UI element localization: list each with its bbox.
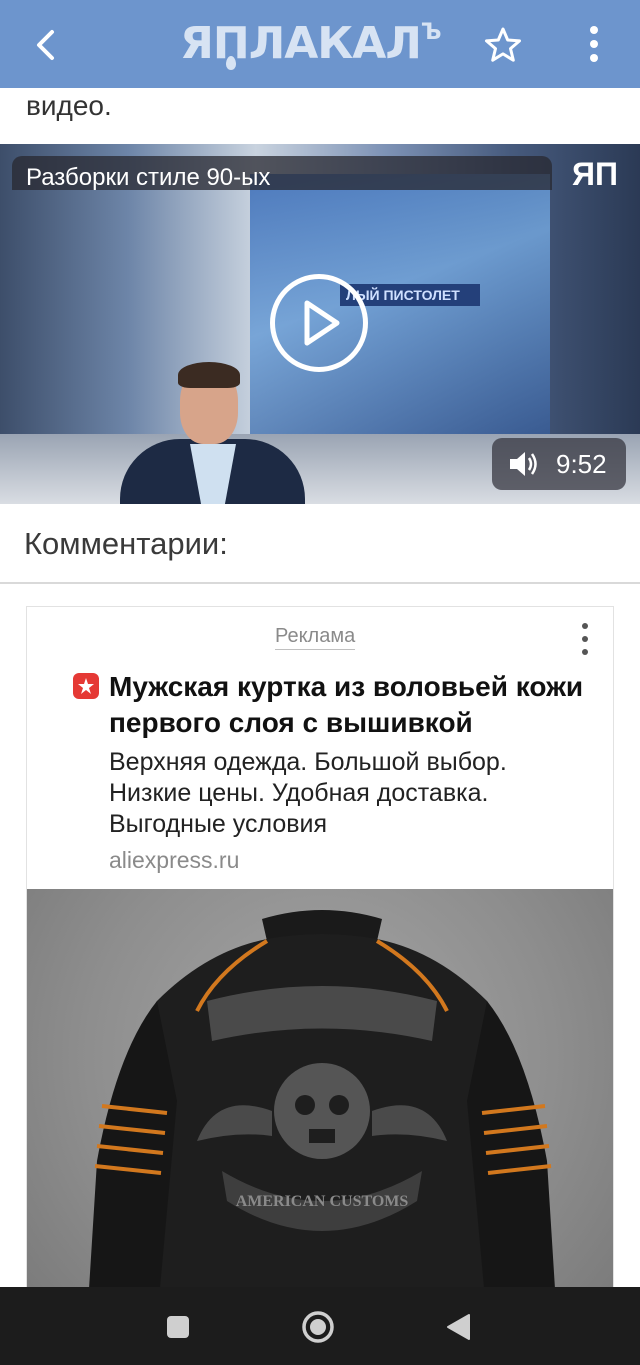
circle-icon	[302, 1311, 334, 1343]
leather-jacket-image: AMERICAN CUSTOMS	[88, 910, 556, 1305]
video-player[interactable]: ЛЫЙ ПИСТОЛЕТ Разборки стиле 90-ых ЯП 9:5…	[0, 144, 640, 504]
channel-logo: ЯП	[572, 156, 618, 192]
back-button[interactable]	[22, 22, 68, 68]
system-back-button[interactable]	[436, 1305, 480, 1349]
jacket-embroidery-text: AMERICAN CUSTOMS	[236, 1193, 409, 1210]
volume-icon	[510, 452, 537, 476]
triangle-back-icon	[447, 1314, 470, 1340]
recents-button[interactable]	[156, 1305, 200, 1349]
play-icon	[304, 300, 340, 346]
ad-title[interactable]: Мужская куртка из воловьей кожи первого …	[109, 669, 589, 741]
logo-superscript: Ъ	[420, 20, 442, 45]
ad-domain[interactable]: aliexpress.ru	[109, 847, 239, 874]
aliexpress-icon	[73, 673, 99, 699]
logo-drop-icon	[226, 56, 236, 70]
ad-product-image[interactable]: AMERICAN CUSTOMS	[27, 889, 613, 1305]
presenter-hair	[178, 362, 240, 388]
star-outline-icon	[485, 27, 521, 62]
comments-heading: Комментарии:	[24, 526, 228, 561]
video-title: Разборки стиле 90-ых	[12, 156, 552, 190]
favorite-button[interactable]	[480, 22, 526, 68]
post-text: видео.	[26, 90, 112, 121]
square-icon	[167, 1316, 189, 1338]
more-vertical-icon	[582, 623, 588, 629]
ad-label: Реклама	[275, 625, 356, 650]
play-button[interactable]	[270, 274, 368, 372]
ad-more-button[interactable]	[577, 623, 593, 655]
chevron-left-icon	[37, 30, 54, 60]
logo-text: ЯПЛАКАЛ	[180, 18, 422, 69]
duration-overlay[interactable]: 9:52	[492, 438, 626, 490]
ad-description: Верхняя одежда. Большой выбор. Низкие це…	[109, 748, 507, 838]
divider	[0, 582, 640, 584]
ad-card[interactable]: Реклама Мужская куртка из воловьей кожи …	[26, 606, 614, 1306]
more-vertical-icon	[590, 26, 598, 34]
system-nav-bar	[0, 1287, 640, 1365]
video-duration: 9:52	[556, 448, 607, 479]
app-bar: ЯПЛАКАЛЪ	[0, 0, 640, 88]
app-logo[interactable]: ЯПЛАКАЛЪ	[180, 18, 460, 70]
home-button[interactable]	[296, 1305, 340, 1349]
more-menu-button[interactable]	[574, 20, 614, 68]
